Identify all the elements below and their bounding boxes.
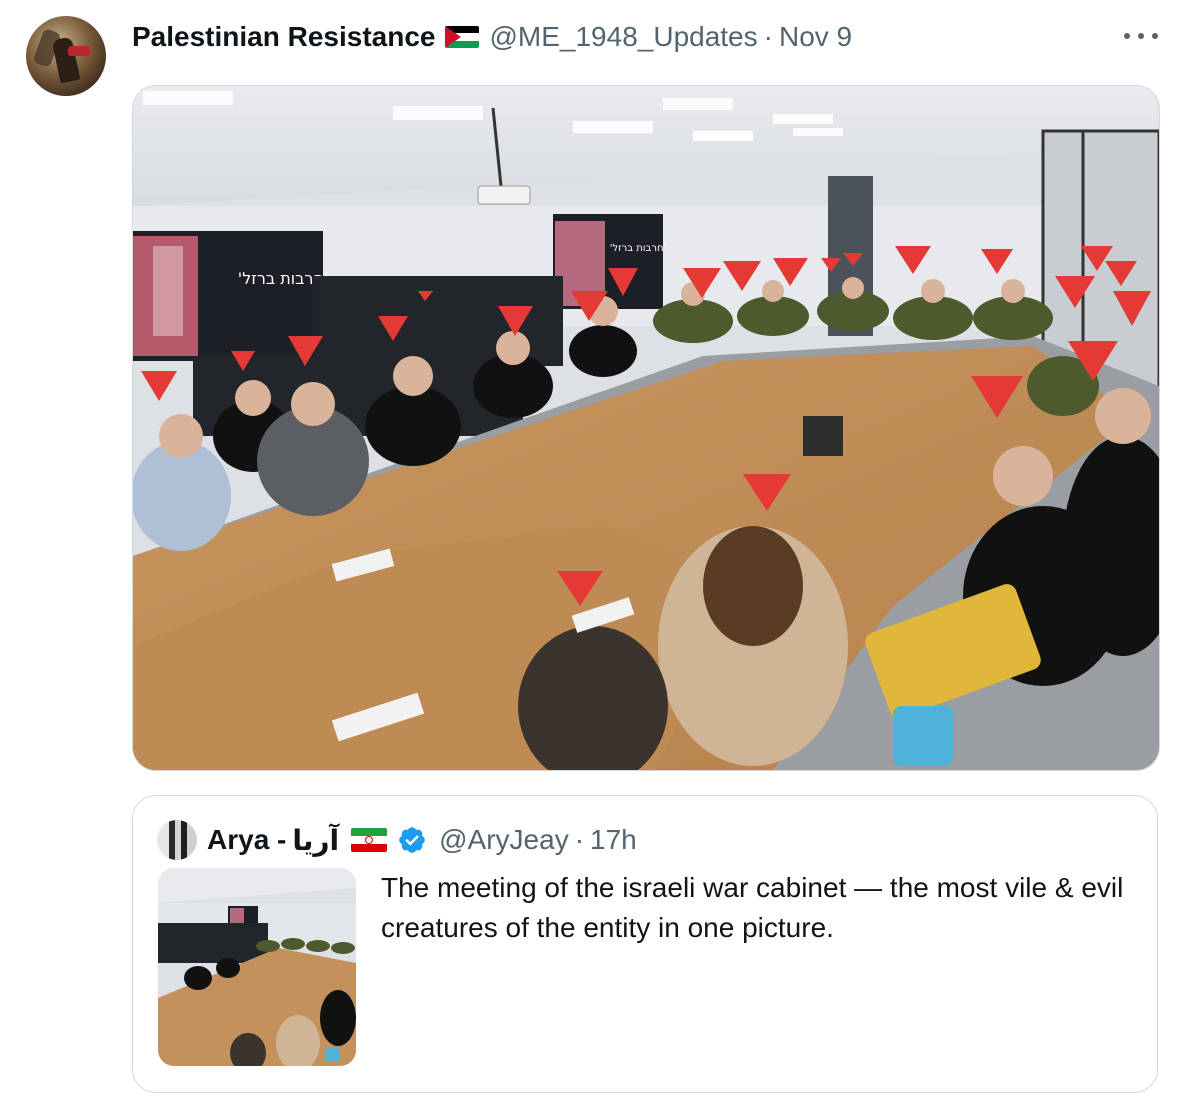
quoted-author-name[interactable]: Arya -: [207, 824, 286, 856]
quoted-author-arabic-name: آریا: [292, 824, 340, 856]
author-name[interactable]: Palestinian Resistance: [132, 21, 435, 53]
author-avatar[interactable]: [26, 16, 106, 96]
post-image[interactable]: 'חרבות ברזל' 'חרבות ברזל': [132, 85, 1160, 771]
meeting-thumbnail: [158, 868, 356, 1066]
quoted-tweet[interactable]: Arya - آریا @AryJeay · 17h The meeting o…: [132, 795, 1158, 1093]
verified-badge-icon: [399, 827, 425, 853]
quoted-author-handle[interactable]: @AryJeay: [439, 824, 569, 856]
quoted-post-text: The meeting of the israeli war cabinet —…: [381, 872, 1124, 943]
tweet-header: Palestinian Resistance @ME_1948_Updates …: [132, 18, 852, 56]
more-options-icon[interactable]: [1124, 30, 1158, 42]
quoted-tweet-header: Arya - آریا @AryJeay · 17h: [157, 820, 637, 860]
palestine-flag-icon: [445, 26, 480, 48]
post-date[interactable]: Nov 9: [779, 21, 852, 53]
quoted-post-thumbnail[interactable]: [158, 868, 356, 1066]
tweet[interactable]: Palestinian Resistance @ME_1948_Updates …: [0, 0, 1184, 1110]
separator-dot: ·: [574, 824, 585, 855]
quoted-author-avatar[interactable]: [157, 820, 197, 860]
svg-text:'חרבות ברזל': 'חרבות ברזל': [610, 243, 667, 254]
meeting-photo: 'חרבות ברזל' 'חרבות ברזל': [133, 86, 1159, 770]
author-handle[interactable]: @ME_1948_Updates: [489, 21, 757, 53]
separator-dot: ·: [763, 21, 773, 52]
quoted-post-time[interactable]: 17h: [590, 824, 637, 856]
iran-flag-icon: [351, 828, 388, 852]
